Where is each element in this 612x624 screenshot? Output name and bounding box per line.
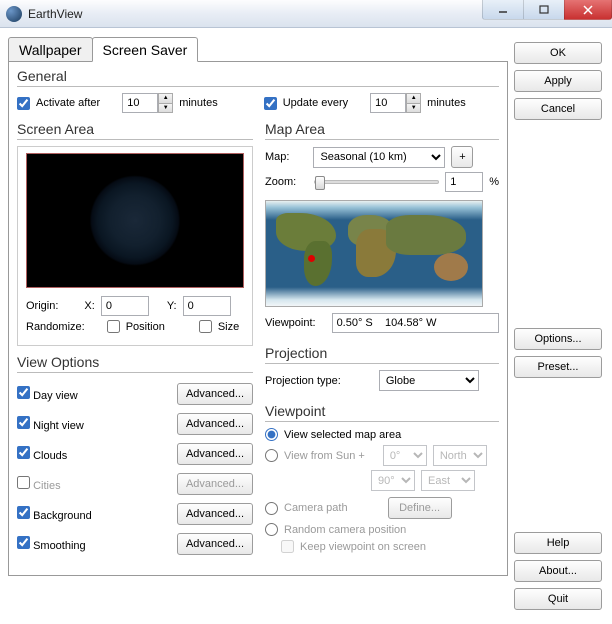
day-view-label: Day view [33, 390, 78, 402]
projection-type-label: Projection type: [265, 375, 341, 387]
options-button[interactable]: Options... [514, 328, 602, 350]
zoom-label: Zoom: [265, 176, 296, 188]
zoom-slider[interactable] [314, 180, 439, 184]
sun-deg2-select: 90° [371, 470, 415, 491]
update-minutes-input[interactable] [370, 93, 406, 113]
origin-label: Origin: [26, 300, 58, 312]
camera-path-label: Camera path [284, 502, 348, 514]
help-button[interactable]: Help [514, 532, 602, 554]
minutes-label-1: minutes [179, 97, 218, 109]
sun-dir1-select: North [433, 445, 487, 466]
title-bar: EarthView [0, 0, 612, 28]
spin-down-2[interactable]: ▼ [406, 103, 421, 114]
keep-viewpoint-label: Keep viewpoint on screen [300, 541, 426, 553]
update-every-label: Update every [283, 97, 348, 109]
zoom-input[interactable] [445, 172, 483, 192]
random-camera-label: Random camera position [284, 524, 406, 536]
quit-button[interactable]: Quit [514, 588, 602, 610]
activate-after-checkbox[interactable] [17, 97, 30, 110]
world-map-preview[interactable] [265, 200, 483, 307]
viewpoint-section-title: Viewpoint [265, 403, 499, 422]
clouds-label: Clouds [33, 450, 67, 462]
percent-label: % [489, 176, 499, 188]
background-checkbox[interactable] [17, 506, 30, 519]
cancel-button[interactable]: Cancel [514, 98, 602, 120]
view-options-title: View Options [17, 354, 253, 373]
view-from-sun-radio[interactable] [265, 449, 278, 462]
view-selected-radio[interactable] [265, 428, 278, 441]
keep-viewpoint-checkbox [281, 540, 294, 553]
origin-y-input[interactable] [183, 296, 231, 316]
spin-up-2[interactable]: ▲ [406, 93, 421, 103]
smoothing-checkbox[interactable] [17, 536, 30, 549]
day-advanced-button[interactable]: Advanced... [177, 383, 253, 405]
night-view-checkbox[interactable] [17, 416, 30, 429]
sun-deg1-select: 0° [383, 445, 427, 466]
close-button[interactable] [564, 0, 612, 20]
camera-path-radio[interactable] [265, 502, 278, 515]
tab-screen-saver[interactable]: Screen Saver [92, 37, 199, 62]
clouds-checkbox[interactable] [17, 446, 30, 459]
about-button[interactable]: About... [514, 560, 602, 582]
app-icon [6, 6, 22, 22]
random-camera-radio[interactable] [265, 523, 278, 536]
ok-button[interactable]: OK [514, 42, 602, 64]
randomize-size-checkbox[interactable] [199, 320, 212, 333]
screen-area-title: Screen Area [17, 121, 253, 140]
randomize-position-checkbox[interactable] [107, 320, 120, 333]
viewpoint-label: Viewpoint: [265, 317, 316, 329]
define-button: Define... [388, 497, 452, 519]
view-from-sun-label: View from Sun + [284, 450, 365, 462]
activate-minutes-input[interactable] [122, 93, 158, 113]
smoothing-advanced-button[interactable]: Advanced... [177, 533, 253, 555]
minimize-button[interactable] [482, 0, 524, 20]
randomize-size-label: Size [218, 321, 239, 333]
x-label: X: [84, 300, 94, 312]
map-select[interactable]: Seasonal (10 km) [313, 147, 445, 168]
y-label: Y: [167, 300, 177, 312]
cities-label: Cities [33, 480, 61, 492]
viewpoint-marker-icon [308, 255, 315, 262]
earth-preview [26, 153, 244, 288]
spin-down[interactable]: ▼ [158, 103, 173, 114]
maximize-button[interactable] [523, 0, 565, 20]
background-label: Background [33, 510, 92, 522]
projection-title: Projection [265, 345, 499, 364]
minutes-label-2: minutes [427, 97, 466, 109]
activate-after-label: Activate after [36, 97, 100, 109]
randomize-position-label: Position [126, 321, 165, 333]
general-title: General [17, 68, 499, 87]
projection-type-select[interactable]: Globe [379, 370, 479, 391]
preset-button[interactable]: Preset... [514, 356, 602, 378]
apply-button[interactable]: Apply [514, 70, 602, 92]
cities-checkbox[interactable] [17, 476, 30, 489]
view-selected-label: View selected map area [284, 429, 401, 441]
smoothing-label: Smoothing [33, 540, 86, 552]
map-label: Map: [265, 151, 289, 163]
map-area-title: Map Area [265, 121, 499, 140]
clouds-advanced-button[interactable]: Advanced... [177, 443, 253, 465]
night-advanced-button[interactable]: Advanced... [177, 413, 253, 435]
tab-panel: General Activate after ▲▼ minutes Update… [8, 61, 508, 576]
origin-x-input[interactable] [101, 296, 149, 316]
tab-wallpaper[interactable]: Wallpaper [8, 37, 93, 62]
spin-up[interactable]: ▲ [158, 93, 173, 103]
map-plus-button[interactable]: + [451, 146, 473, 168]
day-view-checkbox[interactable] [17, 386, 30, 399]
cities-advanced-button: Advanced... [177, 473, 253, 495]
randomize-label: Randomize: [26, 321, 85, 333]
sun-dir2-select: East [421, 470, 475, 491]
night-view-label: Night view [33, 420, 84, 432]
update-every-checkbox[interactable] [264, 97, 277, 110]
window-title: EarthView [28, 7, 82, 21]
viewpoint-input[interactable] [332, 313, 499, 333]
background-advanced-button[interactable]: Advanced... [177, 503, 253, 525]
